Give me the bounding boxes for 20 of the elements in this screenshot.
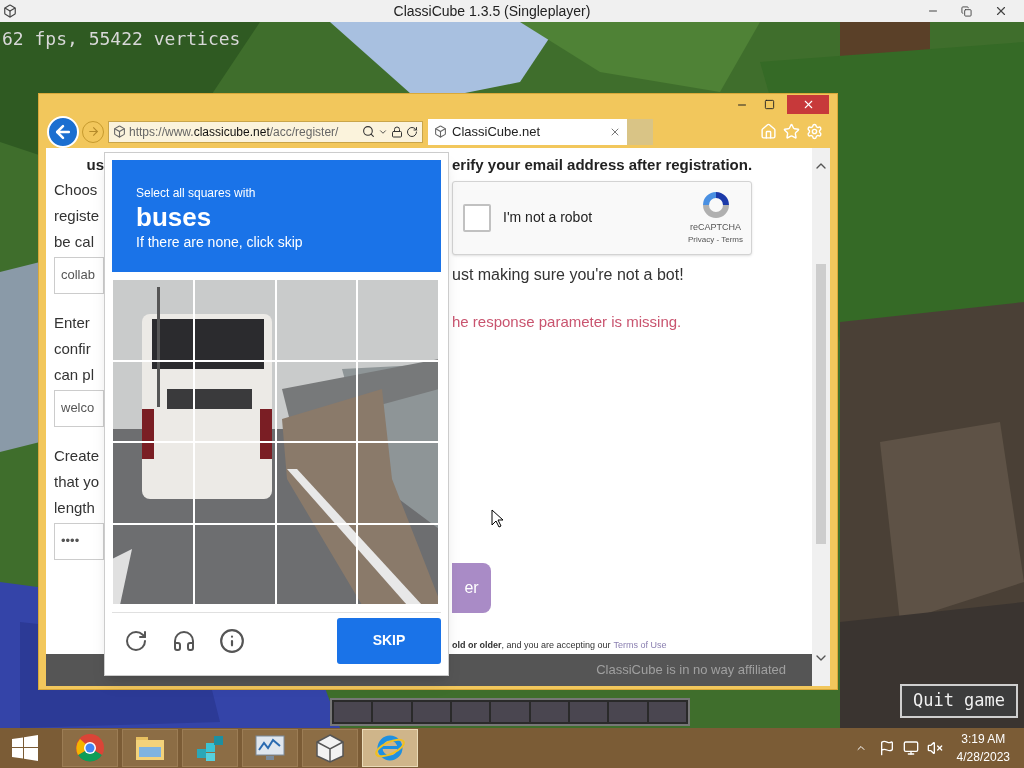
taskbar-button[interactable]: [242, 729, 298, 767]
volume-muted-icon[interactable]: [926, 740, 943, 756]
cubes-icon: [195, 733, 225, 763]
cube-icon: [3, 4, 17, 18]
monitor-chart-icon: [254, 734, 286, 762]
cube-icon: [315, 733, 345, 763]
close-icon[interactable]: [994, 4, 1008, 18]
clock-date: 4/28/2023: [956, 749, 1010, 766]
taskbar-button[interactable]: [122, 729, 178, 767]
browser-e-icon: [374, 733, 406, 763]
restore-icon[interactable]: [961, 5, 972, 17]
taskbar-button[interactable]: [62, 729, 118, 767]
window-title: ClassiCube 1.3.5 (Singleplayer): [392, 1, 592, 21]
clock-time: 3:19 AM: [961, 731, 1006, 748]
flag-icon[interactable]: [878, 740, 895, 756]
folder-icon: [135, 735, 165, 761]
network-icon[interactable]: [902, 740, 919, 756]
chrome-icon: [75, 733, 105, 763]
taskbar-button[interactable]: [302, 729, 358, 767]
windows-logo-icon[interactable]: [12, 735, 38, 761]
